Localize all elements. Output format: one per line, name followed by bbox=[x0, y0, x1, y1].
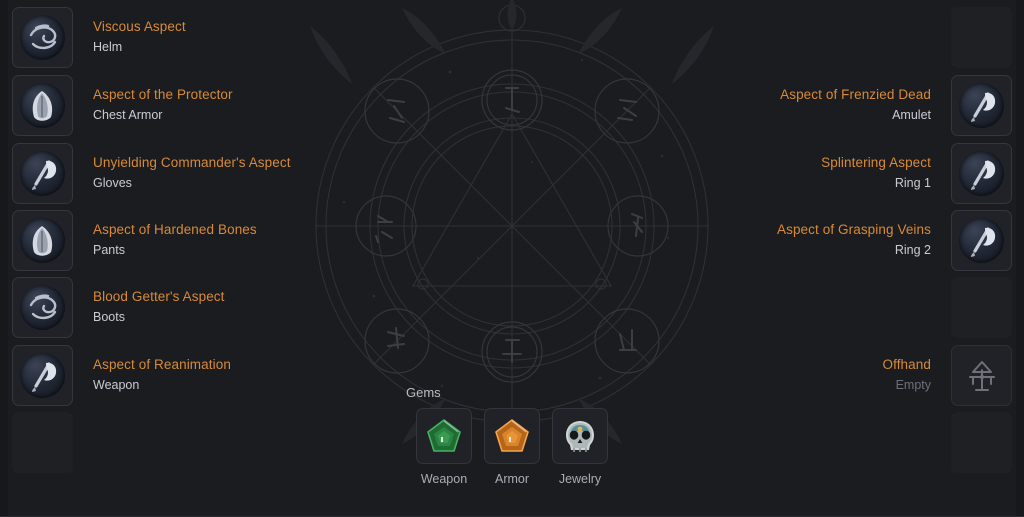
equipment-row[interactable]: Aspect of Grasping Veins Ring 2 bbox=[777, 207, 1012, 274]
axe-orb-icon bbox=[20, 151, 65, 196]
aspect-name[interactable]: Splintering Aspect bbox=[821, 155, 931, 172]
equipment-slot[interactable] bbox=[12, 277, 73, 338]
aspect-name[interactable]: Unyielding Commander's Aspect bbox=[93, 155, 291, 172]
axe-orb-icon bbox=[959, 83, 1004, 128]
equipment-slot[interactable] bbox=[12, 7, 73, 68]
equipment-panel: Viscous Aspect Helm Aspect of the Protecto… bbox=[0, 0, 1024, 517]
slot-name: Amulet bbox=[892, 108, 931, 123]
empty-equipment-slot bbox=[951, 277, 1012, 338]
aspect-name[interactable]: Aspect of Hardened Bones bbox=[93, 222, 257, 239]
gem-cell: Jewelry bbox=[552, 408, 608, 486]
gem-cell: Armor bbox=[484, 408, 540, 486]
gem-cell: Weapon bbox=[416, 408, 472, 486]
axe-orb-icon bbox=[20, 353, 65, 398]
aspect-name[interactable]: Aspect of Reanimation bbox=[93, 357, 231, 374]
slot-name: Weapon bbox=[93, 378, 140, 393]
helm-orb-icon bbox=[20, 285, 65, 330]
equipment-row[interactable]: Aspect of Hardened Bones Pants bbox=[12, 207, 257, 274]
equipment-slot[interactable] bbox=[12, 75, 73, 136]
aspect-name[interactable]: Aspect of Frenzied Dead bbox=[780, 87, 931, 104]
equipment-row[interactable]: Splintering Aspect Ring 1 bbox=[821, 140, 1012, 207]
gems-section: Gems Weapon Armor Jewelry bbox=[397, 385, 627, 486]
equipment-row[interactable]: Aspect of the Protector Chest Armor bbox=[12, 72, 233, 139]
equipment-slot[interactable] bbox=[12, 143, 73, 204]
gem-slot[interactable] bbox=[552, 408, 608, 464]
gem-slot[interactable] bbox=[416, 408, 472, 464]
orange-gem-icon bbox=[495, 419, 529, 452]
equipment-row bbox=[951, 274, 1012, 341]
equipment-labels: Offhand Empty bbox=[883, 357, 952, 394]
equipment-labels: Aspect of Hardened Bones Pants bbox=[73, 222, 257, 259]
aspect-name[interactable]: Aspect of the Protector bbox=[93, 87, 233, 104]
aspect-name[interactable]: Offhand bbox=[883, 357, 932, 374]
offhand-glyph-icon bbox=[968, 360, 995, 391]
equipment-labels: Unyielding Commander's Aspect Gloves bbox=[73, 155, 291, 192]
equipment-row[interactable]: Blood Getter's Aspect Boots bbox=[12, 274, 225, 341]
left-edge-gutter bbox=[0, 0, 8, 516]
equipment-labels: Aspect of Frenzied Dead Amulet bbox=[780, 87, 951, 124]
equipment-row[interactable]: Viscous Aspect Helm bbox=[12, 4, 186, 71]
equipment-labels: Aspect of the Protector Chest Armor bbox=[73, 87, 233, 124]
equipment-slot[interactable] bbox=[12, 345, 73, 406]
green-gem-icon bbox=[427, 419, 461, 452]
gems-row: Weapon Armor Jewelry bbox=[397, 408, 627, 486]
aspect-name[interactable]: Viscous Aspect bbox=[93, 19, 186, 36]
gem-label: Jewelry bbox=[558, 472, 602, 486]
equipment-labels: Viscous Aspect Helm bbox=[73, 19, 186, 56]
chest-orb-icon bbox=[20, 218, 65, 263]
equipment-row[interactable]: Unyielding Commander's Aspect Gloves bbox=[12, 140, 291, 207]
equipment-labels: Aspect of Reanimation Weapon bbox=[73, 357, 231, 394]
equipment-labels: Splintering Aspect Ring 1 bbox=[821, 155, 951, 192]
empty-equipment-slot bbox=[12, 412, 73, 473]
slot-name: Ring 2 bbox=[894, 243, 931, 258]
equipment-row[interactable]: Aspect of Frenzied Dead Amulet bbox=[780, 72, 1012, 139]
equipment-row[interactable]: Aspect of Reanimation Weapon bbox=[12, 342, 231, 409]
equipment-slot[interactable] bbox=[12, 210, 73, 271]
equipment-row bbox=[951, 409, 1012, 476]
slot-name: Gloves bbox=[93, 176, 132, 191]
slot-name: Ring 1 bbox=[894, 176, 931, 191]
equipment-slot[interactable] bbox=[951, 143, 1012, 204]
equipment-slot[interactable] bbox=[951, 345, 1012, 406]
skull-gem-icon bbox=[566, 421, 594, 452]
aspect-name[interactable]: Aspect of Grasping Veins bbox=[777, 222, 931, 239]
slot-name: Boots bbox=[93, 310, 125, 325]
slot-name: Helm bbox=[93, 40, 123, 55]
gem-slot[interactable] bbox=[484, 408, 540, 464]
gems-title: Gems bbox=[406, 385, 441, 400]
right-edge-gutter bbox=[1016, 0, 1024, 516]
equipment-row[interactable]: Offhand Empty bbox=[883, 342, 1012, 409]
slot-name: Pants bbox=[93, 243, 125, 258]
equipment-row bbox=[12, 409, 73, 476]
equipment-row bbox=[951, 4, 1012, 71]
helm-orb-icon bbox=[20, 15, 65, 60]
equipment-labels: Aspect of Grasping Veins Ring 2 bbox=[777, 222, 951, 259]
equipment-slot[interactable] bbox=[951, 75, 1012, 136]
equipment-labels: Blood Getter's Aspect Boots bbox=[73, 289, 225, 326]
empty-equipment-slot bbox=[951, 412, 1012, 473]
axe-orb-icon bbox=[959, 151, 1004, 196]
gem-label: Armor bbox=[494, 472, 530, 486]
empty-equipment-slot bbox=[951, 7, 1012, 68]
axe-orb-icon bbox=[959, 218, 1004, 263]
slot-name: Empty bbox=[895, 378, 931, 393]
gem-label: Weapon bbox=[420, 472, 468, 486]
equipment-slot[interactable] bbox=[951, 210, 1012, 271]
aspect-name[interactable]: Blood Getter's Aspect bbox=[93, 289, 225, 306]
chest-orb-icon bbox=[20, 83, 65, 128]
slot-name: Chest Armor bbox=[93, 108, 163, 123]
